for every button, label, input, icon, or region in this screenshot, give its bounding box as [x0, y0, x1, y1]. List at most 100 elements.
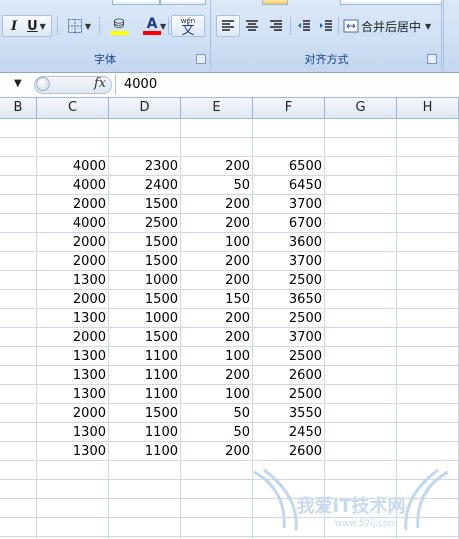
table-cell[interactable]: 1000: [109, 309, 180, 328]
table-cell[interactable]: 1300: [37, 271, 108, 290]
separator: [338, 17, 339, 35]
worksheet-grid[interactable]: 4000 2300 200 6500 4000 2400 50 6450 2000 1500 200…: [0, 119, 459, 539]
border-button[interactable]: ▼: [61, 15, 97, 37]
table-cell[interactable]: 1300: [37, 385, 108, 404]
underline-dropdown-icon[interactable]: ▼: [40, 22, 46, 31]
align-center-button[interactable]: [240, 15, 264, 37]
table-cell[interactable]: 2600: [253, 366, 324, 385]
table-cell[interactable]: 1300: [37, 366, 108, 385]
table-cell[interactable]: 2000: [37, 290, 108, 309]
table-cell[interactable]: 1100: [109, 385, 180, 404]
gridline: [0, 517, 459, 518]
column-header-b[interactable]: B: [0, 98, 37, 118]
table-cell[interactable]: 1300: [37, 442, 108, 461]
table-cell[interactable]: 200: [181, 252, 252, 271]
name-box-dropdown-icon[interactable]: ▼: [14, 78, 22, 89]
table-cell[interactable]: 1500: [109, 328, 180, 347]
table-cell[interactable]: 2600: [253, 442, 324, 461]
table-cell[interactable]: 200: [181, 214, 252, 233]
table-cell[interactable]: 2000: [37, 233, 108, 252]
table-cell[interactable]: 2000: [37, 195, 108, 214]
table-cell[interactable]: 50: [181, 423, 252, 442]
table-cell[interactable]: 1000: [109, 271, 180, 290]
formula-bar-resize-handle[interactable]: [36, 77, 50, 91]
table-cell[interactable]: 2500: [109, 214, 180, 233]
table-cell[interactable]: 100: [181, 385, 252, 404]
table-cell[interactable]: 6450: [253, 176, 324, 195]
chevron-down-icon[interactable]: ▼: [425, 22, 431, 31]
table-cell[interactable]: 2300: [109, 157, 180, 176]
column-header-f[interactable]: F: [253, 98, 325, 118]
align-left-button[interactable]: [216, 15, 240, 37]
font-dialog-launcher-icon[interactable]: [196, 54, 206, 64]
font-color-label: A: [146, 16, 158, 32]
table-cell[interactable]: 2000: [37, 404, 108, 423]
separator: [168, 17, 169, 35]
phonetic-guide-button[interactable]: wén 文: [171, 15, 205, 37]
table-cell[interactable]: 3700: [253, 252, 324, 271]
table-cell[interactable]: 2500: [253, 271, 324, 290]
table-cell[interactable]: 1300: [37, 347, 108, 366]
table-cell[interactable]: 200: [181, 157, 252, 176]
table-cell[interactable]: 1500: [109, 290, 180, 309]
table-cell[interactable]: 1100: [109, 442, 180, 461]
table-cell[interactable]: 200: [181, 366, 252, 385]
table-cell[interactable]: 3650: [253, 290, 324, 309]
column-header-c[interactable]: C: [37, 98, 109, 118]
table-cell[interactable]: 1500: [109, 404, 180, 423]
table-cell[interactable]: 6700: [253, 214, 324, 233]
table-cell[interactable]: 2000: [37, 328, 108, 347]
table-cell[interactable]: 2500: [253, 385, 324, 404]
font-color-dropdown-icon[interactable]: ▼: [160, 22, 166, 31]
table-cell[interactable]: 3700: [253, 195, 324, 214]
insert-function-button[interactable]: fx: [94, 76, 106, 91]
column-header-d[interactable]: D: [109, 98, 181, 118]
column-header-h[interactable]: H: [397, 98, 459, 118]
table-cell[interactable]: 200: [181, 442, 252, 461]
table-cell[interactable]: 1500: [109, 233, 180, 252]
alignment-dialog-launcher-icon[interactable]: [427, 54, 437, 64]
chevron-down-icon[interactable]: ▼: [85, 22, 91, 31]
table-cell[interactable]: 200: [181, 195, 252, 214]
table-cell[interactable]: 3600: [253, 233, 324, 252]
paint-bucket-icon: ⛁: [113, 16, 125, 32]
table-cell[interactable]: 1100: [109, 366, 180, 385]
increase-indent-button[interactable]: [314, 15, 338, 37]
table-cell[interactable]: 200: [181, 328, 252, 347]
decrease-indent-button[interactable]: [292, 15, 316, 37]
table-cell[interactable]: 6500: [253, 157, 324, 176]
bold-italic-underline-strip: I U ▼: [2, 15, 52, 37]
table-cell[interactable]: 2400: [109, 176, 180, 195]
align-right-button[interactable]: [264, 15, 288, 37]
fill-color-button[interactable]: ⛁: [102, 15, 136, 37]
column-header-e[interactable]: E: [181, 98, 253, 118]
table-cell[interactable]: 100: [181, 347, 252, 366]
merge-center-button[interactable]: 合并后居中 ▼: [342, 15, 438, 37]
formula-bar: ▼ fx 4000: [0, 73, 459, 98]
table-cell[interactable]: 1100: [109, 347, 180, 366]
formula-input[interactable]: 4000: [115, 75, 455, 95]
table-cell[interactable]: 3700: [253, 328, 324, 347]
underline-button[interactable]: U: [27, 19, 38, 34]
table-cell[interactable]: 1500: [109, 252, 180, 271]
table-cell[interactable]: 100: [181, 233, 252, 252]
table-cell[interactable]: 2500: [253, 347, 324, 366]
table-cell[interactable]: 2450: [253, 423, 324, 442]
table-cell[interactable]: 2500: [253, 309, 324, 328]
table-cell[interactable]: 3550: [253, 404, 324, 423]
table-cell[interactable]: 4000: [37, 157, 108, 176]
table-cell[interactable]: 4000: [37, 176, 108, 195]
table-cell[interactable]: 1300: [37, 423, 108, 442]
table-cell[interactable]: 150: [181, 290, 252, 309]
table-cell[interactable]: 1500: [109, 195, 180, 214]
table-cell[interactable]: 50: [181, 176, 252, 195]
italic-button[interactable]: I: [11, 19, 17, 34]
column-header-g[interactable]: G: [325, 98, 397, 118]
table-cell[interactable]: 1300: [37, 309, 108, 328]
table-cell[interactable]: 200: [181, 271, 252, 290]
table-cell[interactable]: 1100: [109, 423, 180, 442]
table-cell[interactable]: 2000: [37, 252, 108, 271]
table-cell[interactable]: 50: [181, 404, 252, 423]
table-cell[interactable]: 4000: [37, 214, 108, 233]
table-cell[interactable]: 200: [181, 309, 252, 328]
